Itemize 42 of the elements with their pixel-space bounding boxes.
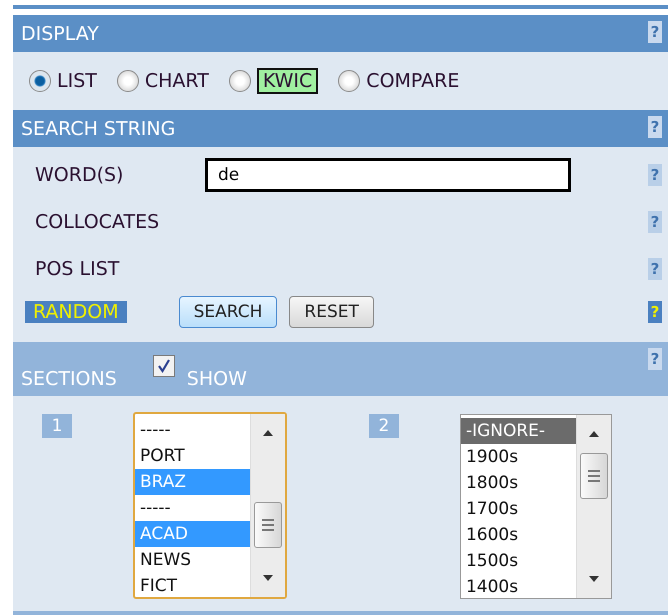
checkbox-label: SHOW — [186, 368, 247, 390]
scroll-up-icon[interactable] — [586, 429, 601, 439]
option-label: CHART — [144, 70, 209, 92]
list-option[interactable]: -IGNORE- — [460, 418, 576, 444]
section-title: DISPLAY — [21, 22, 99, 44]
radio-button[interactable] — [116, 70, 139, 92]
field-label: WORD(S) — [35, 164, 124, 186]
field-label: POS LIST — [35, 258, 120, 280]
list-option[interactable]: NEWS — [135, 547, 250, 573]
field-label: COLLOCATES — [35, 210, 160, 232]
list-option[interactable]: 1600s — [460, 522, 576, 548]
scroll-up-icon[interactable] — [261, 428, 275, 438]
radio-button[interactable] — [29, 70, 51, 92]
scroll-bar[interactable] — [250, 414, 285, 597]
list-option[interactable]: 1400s — [460, 574, 576, 598]
reset-button[interactable]: RESET — [289, 296, 374, 328]
section-list[interactable]: -IGNORE- 1900s 1800s 1700s 1600s 1500s 1400s — [460, 414, 612, 599]
option-label: LIST — [57, 70, 97, 92]
list-number: 1 — [42, 414, 72, 438]
section-list[interactable]: ----- PORT BRAZ ----- ACAD NEWS FICT — [133, 412, 287, 599]
search-button[interactable]: SEARCH — [178, 296, 278, 328]
list-option[interactable]: FICT — [135, 573, 250, 597]
scroll-bar[interactable] — [576, 415, 611, 598]
list-option[interactable]: 1500s — [460, 548, 576, 574]
list-option[interactable]: 1900s — [460, 444, 576, 470]
radio-button[interactable] — [338, 70, 360, 92]
list-option[interactable]: ----- — [135, 417, 250, 443]
list-option[interactable]: 1800s — [460, 470, 576, 496]
radio-button[interactable] — [228, 70, 251, 92]
scroll-down-icon[interactable] — [586, 574, 601, 584]
section-title: SECTIONS — [21, 368, 117, 390]
scroll-down-icon[interactable] — [261, 573, 275, 583]
option-label: COMPARE — [366, 70, 460, 92]
words-input-field[interactable]: de — [205, 158, 571, 192]
section-title: SEARCH STRING — [21, 118, 176, 140]
option-label: KWIC — [256, 68, 318, 94]
list-option[interactable]: 1700s — [460, 496, 576, 522]
list-option[interactable]: PORT — [135, 443, 250, 469]
list-number: 2 — [368, 414, 399, 438]
show-checkbox[interactable] — [152, 355, 175, 377]
check-mark-icon — [156, 359, 171, 373]
list-option[interactable]: ----- — [135, 495, 250, 521]
